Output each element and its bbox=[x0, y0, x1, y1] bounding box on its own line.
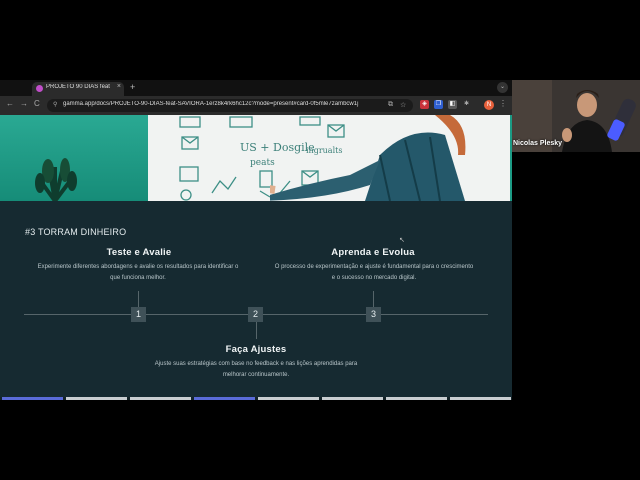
tab-bar: PROJETO 90 DIAS feat SAVIORA × + ⌄ bbox=[0, 80, 512, 96]
step-1-text-line-1: Experimente diferentes abordagens e aval… bbox=[37, 264, 239, 270]
tab-close-icon[interactable]: × bbox=[117, 83, 121, 90]
step-2-heading: Faça Ajustes bbox=[225, 344, 287, 355]
slide-title: #3 TORRAM DINHEIRO bbox=[25, 227, 127, 237]
forward-button[interactable]: → bbox=[20, 99, 28, 108]
tab-search-button[interactable]: ⌄ bbox=[497, 82, 508, 93]
progress-segment-1[interactable] bbox=[2, 397, 63, 400]
tab-title: PROJETO 90 DIAS feat SAVIORA bbox=[46, 84, 112, 90]
progress-segment-4[interactable] bbox=[194, 397, 255, 400]
profile-avatar[interactable]: N bbox=[484, 100, 494, 110]
step-2-text-line-1: Ajuste suas estratégias com base no feed… bbox=[154, 361, 358, 367]
step-2-badge: 2 bbox=[248, 307, 263, 322]
step-3-text: O processo de experimentação e ajuste é … bbox=[256, 262, 492, 284]
step-3-badge: 3 bbox=[366, 307, 381, 322]
reload-button[interactable]: C bbox=[34, 99, 40, 108]
microphone-icon bbox=[607, 98, 636, 141]
step-2-text-line-2: melhorar continuamente. bbox=[222, 372, 290, 378]
extensions-puzzle-icon[interactable]: ✱ bbox=[462, 100, 471, 109]
progress-segment-2[interactable] bbox=[66, 397, 127, 400]
mouse-cursor-icon: ↖ bbox=[399, 237, 405, 244]
browser-toolbar: ← → C ⚲ gamma.app/docs/PROJETO-90-DIAS-f… bbox=[0, 96, 512, 115]
presenter-name: Nicolas Plesky bbox=[513, 140, 563, 147]
step-2-connector bbox=[256, 322, 257, 339]
progress-segment-7[interactable] bbox=[386, 397, 447, 400]
plant-illustration bbox=[35, 158, 77, 201]
bookmark-star-icon[interactable]: ☆ bbox=[400, 101, 406, 109]
progress-segment-3[interactable] bbox=[130, 397, 191, 400]
progress-segment-6[interactable] bbox=[322, 397, 383, 400]
slide-panel: #3 TORRAM DINHEIRO Teste e Avalie Experi… bbox=[0, 201, 512, 400]
step-3-text-line-1: O processo de experimentação e ajuste é … bbox=[274, 264, 474, 270]
step-1-heading: Teste e Avalie bbox=[106, 247, 172, 258]
extension-gray-icon[interactable]: ◧ bbox=[448, 100, 457, 109]
step-3-text-line-2: e o sucesso no mercado digital. bbox=[331, 275, 417, 281]
step-1-text: Experimente diferentes abordagens e aval… bbox=[20, 262, 256, 284]
progress-segment-5[interactable] bbox=[258, 397, 319, 400]
gamma-favicon-icon bbox=[36, 85, 43, 92]
hero-image: US + Dosgile ingrualts peats bbox=[0, 115, 512, 201]
step-2-text: Ajuste suas estratégias com base no feed… bbox=[138, 359, 374, 381]
url-text[interactable]: gamma.app/docs/PROJETO-90-DIAS-feat-SAVI… bbox=[63, 101, 363, 107]
address-bar[interactable]: ⚲ gamma.app/docs/PROJETO-90-DIAS-feat-SA… bbox=[47, 99, 413, 112]
slide-progress-strip bbox=[0, 397, 512, 400]
extension-blue-icon[interactable]: ❐ bbox=[434, 100, 443, 109]
progress-segment-8[interactable] bbox=[450, 397, 511, 400]
step-3-heading: Aprenda e Evolua bbox=[331, 247, 415, 258]
page-content: US + Dosgile ingrualts peats #3 TORRAM D… bbox=[0, 115, 512, 400]
extension-red-icon[interactable]: ◈ bbox=[420, 100, 429, 109]
browser-window: PROJETO 90 DIAS feat SAVIORA × + ⌄ ← → C… bbox=[0, 80, 512, 400]
step-1-connector bbox=[138, 291, 139, 307]
step-1-badge: 1 bbox=[131, 307, 146, 322]
install-icon[interactable]: ⧉ bbox=[388, 101, 393, 109]
back-button[interactable]: ← bbox=[6, 99, 14, 108]
site-info-icon[interactable]: ⚲ bbox=[53, 101, 57, 108]
tab-presentation[interactable]: PROJETO 90 DIAS feat SAVIORA × bbox=[32, 82, 124, 96]
browser-menu-icon[interactable]: ⋮ bbox=[499, 99, 507, 108]
new-tab-button[interactable]: + bbox=[130, 82, 135, 92]
step-3-connector bbox=[373, 291, 374, 307]
step-1-text-line-2: que funciona melhor. bbox=[110, 275, 166, 281]
person-illustration bbox=[270, 115, 466, 201]
